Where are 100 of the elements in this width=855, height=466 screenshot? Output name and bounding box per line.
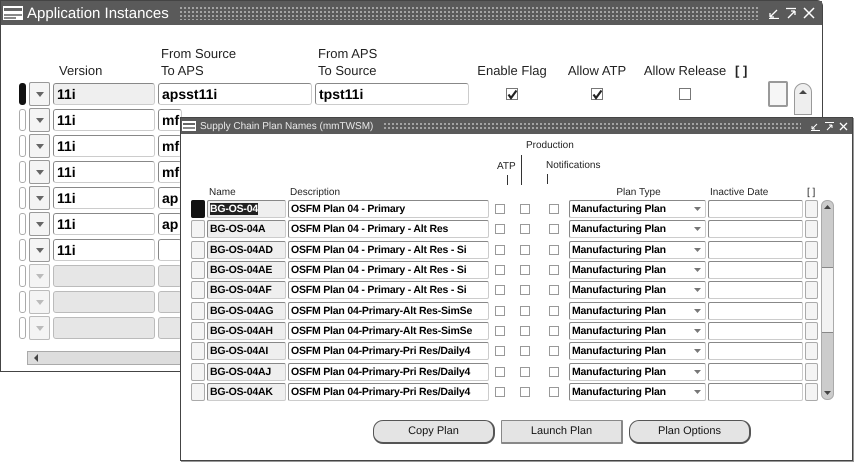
- plan-type-dropdown[interactable]: Manufacturing Plan: [569, 362, 706, 381]
- source-field[interactable]: ap: [158, 213, 182, 235]
- version-field[interactable]: 11i: [53, 135, 155, 157]
- target-field[interactable]: tpst11i: [315, 83, 469, 105]
- row-indicator[interactable]: [191, 200, 205, 218]
- plan-type-dropdown[interactable]: Manufacturing Plan: [569, 200, 706, 218]
- description-field[interactable]: OSFM Plan 04 - Primary - Alt Res - Si: [288, 261, 489, 280]
- description-field[interactable]: OSFM Plan 04 - Primary: [288, 200, 489, 218]
- version-field[interactable]: 11i: [53, 187, 155, 209]
- checkbox[interactable]: [549, 306, 559, 316]
- record-box[interactable]: [768, 81, 788, 107]
- row-indicator[interactable]: [19, 83, 26, 105]
- up-arrow-icon[interactable]: [823, 204, 832, 210]
- record-box[interactable]: [805, 220, 818, 238]
- checkbox[interactable]: [495, 285, 505, 296]
- plan-type-dropdown[interactable]: Manufacturing Plan: [569, 382, 706, 401]
- checkbox[interactable]: [495, 326, 505, 336]
- checkbox[interactable]: [520, 346, 530, 356]
- checkbox[interactable]: [679, 88, 691, 100]
- checkbox[interactable]: [549, 224, 559, 234]
- down-arrow-icon[interactable]: [823, 390, 832, 396]
- version-field[interactable]: [53, 265, 155, 287]
- name-field[interactable]: BG-OS-04AJ: [207, 362, 286, 381]
- source-field[interactable]: [158, 265, 182, 287]
- checkbox[interactable]: [495, 224, 505, 234]
- description-field[interactable]: OSFM Plan 04-Primary-Alt Res-SimSe: [288, 322, 489, 340]
- up-arrow-icon[interactable]: [798, 88, 808, 96]
- description-field[interactable]: OSFM Plan 04 - Primary - Alt Res - Si: [288, 240, 489, 259]
- name-field[interactable]: BG-OS-04AG: [207, 302, 286, 320]
- name-field[interactable]: BG-OS-04AK: [207, 382, 286, 401]
- checkbox[interactable]: [549, 326, 559, 336]
- source-field[interactable]: apsst11i: [158, 83, 312, 105]
- record-box[interactable]: [805, 281, 818, 300]
- dropdown-button[interactable]: [29, 82, 50, 106]
- maximize-icon[interactable]: [785, 7, 797, 19]
- source-field[interactable]: mf: [158, 135, 182, 157]
- checkbox[interactable]: [549, 346, 559, 356]
- record-box[interactable]: [805, 240, 818, 259]
- vertical-scrollbar[interactable]: [821, 200, 834, 400]
- name-field[interactable]: BG-OS-04AH: [207, 322, 286, 340]
- dropdown-button[interactable]: [29, 238, 50, 262]
- checkbox[interactable]: [549, 244, 559, 255]
- description-field[interactable]: OSFM Plan 04 - Primary - Alt Res - Si: [288, 281, 489, 300]
- description-field[interactable]: OSFM Plan 04-Primary-Pri Res/Daily4: [288, 342, 489, 360]
- checkbox[interactable]: [549, 366, 559, 377]
- source-field[interactable]: mf: [158, 161, 182, 183]
- name-field[interactable]: BG-OS-04AI: [207, 342, 286, 360]
- dropdown-button[interactable]: [29, 160, 50, 184]
- checkbox[interactable]: [520, 326, 530, 336]
- left-arrow-icon[interactable]: [32, 353, 40, 363]
- plan-type-dropdown[interactable]: Manufacturing Plan: [569, 240, 706, 259]
- minimize-icon[interactable]: [811, 122, 820, 130]
- record-box[interactable]: [805, 382, 818, 401]
- checkbox[interactable]: [520, 386, 530, 397]
- checkbox[interactable]: [520, 204, 530, 214]
- plan-type-dropdown[interactable]: Manufacturing Plan: [569, 220, 706, 238]
- maximize-icon[interactable]: [825, 122, 834, 130]
- record-box[interactable]: [805, 362, 818, 381]
- scroll-thumb[interactable]: [822, 267, 833, 333]
- dropdown-button[interactable]: [29, 212, 50, 236]
- plan-type-dropdown[interactable]: Manufacturing Plan: [569, 281, 706, 300]
- checkbox[interactable]: [520, 306, 530, 316]
- checkbox[interactable]: [520, 366, 530, 377]
- minimize-icon[interactable]: [768, 7, 780, 19]
- name-field[interactable]: BG-OS-04AF: [207, 281, 286, 300]
- plan-type-dropdown[interactable]: Manufacturing Plan: [569, 322, 706, 340]
- checkbox[interactable]: [549, 285, 559, 296]
- checkbox[interactable]: [549, 204, 559, 214]
- source-field[interactable]: [158, 317, 182, 339]
- name-field[interactable]: BG-OS-04A: [207, 220, 286, 238]
- checkbox[interactable]: [495, 204, 505, 214]
- description-field[interactable]: OSFM Plan 04-Primary-Pri Res/Daily4: [288, 382, 489, 401]
- dropdown-button[interactable]: [29, 134, 50, 158]
- description-field[interactable]: OSFM Plan 04 - Primary - Alt Res: [288, 220, 489, 238]
- checkbox[interactable]: [495, 386, 505, 397]
- checkbox[interactable]: [520, 244, 530, 255]
- version-field[interactable]: [53, 317, 155, 339]
- action-button[interactable]: Copy Plan: [373, 420, 495, 444]
- version-field[interactable]: 11i: [53, 213, 155, 235]
- horizontal-scrollbar[interactable]: [27, 351, 182, 365]
- description-field[interactable]: OSFM Plan 04-Primary-Pri Res/Daily4: [288, 362, 489, 381]
- source-field[interactable]: [158, 291, 182, 313]
- record-box[interactable]: [805, 322, 818, 340]
- source-field[interactable]: [158, 239, 182, 261]
- checkbox[interactable]: [549, 265, 559, 276]
- checkbox[interactable]: [495, 366, 505, 377]
- description-field[interactable]: OSFM Plan 04-Primary-Alt Res-SimSe: [288, 302, 489, 320]
- name-field[interactable]: BG-OS-04AD: [207, 240, 286, 259]
- record-box[interactable]: [805, 200, 818, 218]
- record-box[interactable]: [805, 342, 818, 360]
- checkbox[interactable]: [591, 88, 603, 100]
- record-box[interactable]: [805, 261, 818, 280]
- close-icon[interactable]: [802, 6, 816, 20]
- dropdown-button[interactable]: [29, 108, 50, 132]
- checkbox[interactable]: [520, 265, 530, 276]
- version-field[interactable]: 11i: [53, 239, 155, 261]
- close-icon[interactable]: [839, 122, 848, 130]
- version-field[interactable]: 11i: [53, 83, 155, 105]
- source-field[interactable]: mf: [158, 109, 182, 131]
- source-field[interactable]: ap: [158, 187, 182, 209]
